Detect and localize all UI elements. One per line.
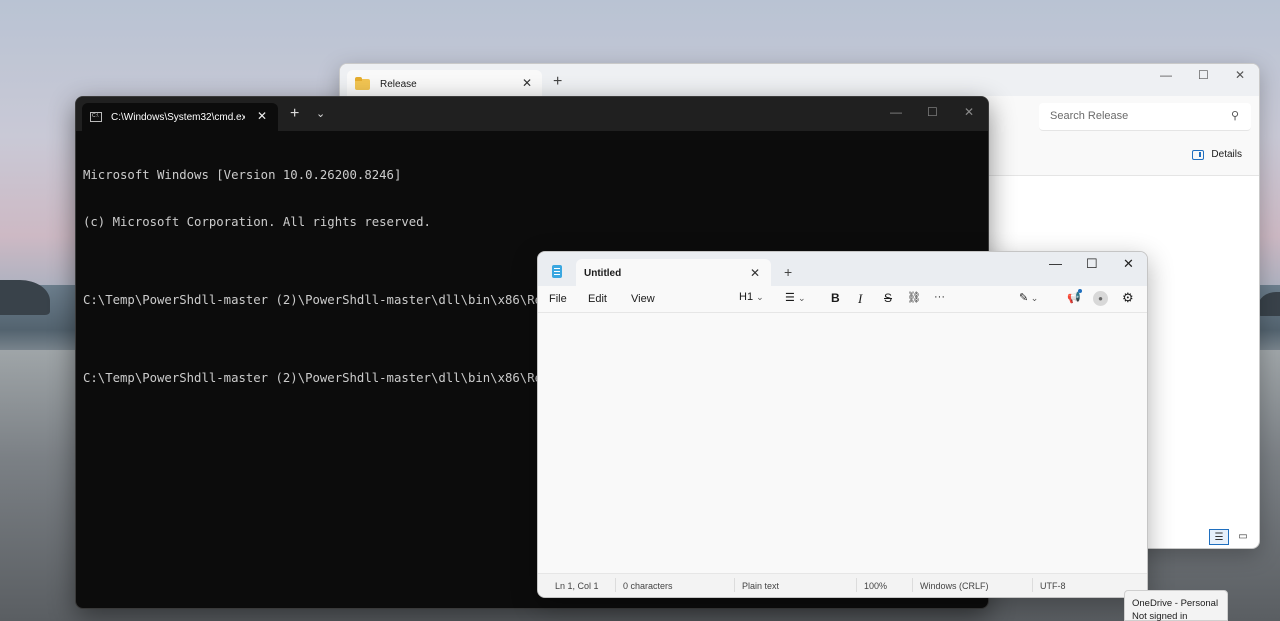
status-zoom[interactable]: 100% (864, 581, 887, 591)
new-tab-button[interactable]: + (784, 264, 792, 280)
strikethrough-button[interactable]: S (884, 291, 892, 305)
notepad-app-icon (552, 265, 562, 278)
status-divider (1032, 578, 1033, 592)
notepad-tab-title: Untitled (584, 268, 622, 279)
details-label: Details (1211, 149, 1242, 160)
onedrive-status: Not signed in (1132, 611, 1188, 621)
minimize-button[interactable]: — (1160, 68, 1172, 82)
terminal-line: (c) Microsoft Corporation. All rights re… (83, 214, 431, 229)
magnifier-icon: ⚲ (1230, 110, 1239, 122)
status-divider (856, 578, 857, 592)
status-divider (615, 578, 616, 592)
terminal-line: Microsoft Windows [Version 10.0.26200.82… (83, 168, 402, 183)
terminal-tab-cmd[interactable]: C:\ C:\Windows\System32\cmd.exe ✕ (82, 103, 278, 131)
bold-button[interactable]: B (831, 291, 840, 305)
chevron-down-icon: ⌄ (756, 292, 764, 302)
tiles-view-icon[interactable]: ▭ (1233, 529, 1253, 545)
new-tab-button[interactable]: + (290, 105, 299, 123)
list-icon: ☰ (785, 292, 795, 304)
minimize-button[interactable]: — (890, 105, 902, 119)
copilot-rewrite-icon[interactable]: ✎ ⌄ (1019, 291, 1038, 304)
onedrive-title: OneDrive - Personal (1132, 598, 1219, 609)
new-tab-button[interactable]: + (553, 73, 562, 91)
status-line-endings[interactable]: Windows (CRLF) (920, 581, 989, 591)
notepad-tab-untitled[interactable]: Untitled ✕ (576, 259, 771, 286)
settings-gear-icon[interactable]: ⚙ (1122, 290, 1134, 306)
notepad-menubar: File Edit View H1 ⌄ ☰ ⌄ B I S ⛓ ··· ✎ ⌄ … (538, 286, 1147, 313)
link-icon[interactable]: ⛓ (907, 291, 921, 304)
menu-view[interactable]: View (631, 293, 655, 305)
heading-dropdown[interactable]: H1 ⌄ (739, 291, 764, 303)
explorer-tab-release[interactable]: Release ✕ (347, 70, 542, 98)
notification-dot (1078, 289, 1082, 293)
status-cursor-position: Ln 1, Col 1 (555, 581, 599, 591)
notepad-status-bar: Ln 1, Col 1 0 characters Plain text 100%… (538, 573, 1147, 597)
minimize-button[interactable]: — (1049, 256, 1062, 271)
more-options-button[interactable]: ··· (934, 291, 945, 303)
tab-close-icon[interactable]: ✕ (750, 266, 760, 280)
chevron-down-icon: ⌄ (797, 293, 806, 303)
cmd-icon: C:\ (90, 112, 102, 122)
heading-label: H1 (739, 291, 754, 303)
tab-close-icon[interactable]: ✕ (257, 109, 267, 123)
maximize-button[interactable]: ☐ (927, 105, 938, 119)
close-button[interactable]: ✕ (1235, 68, 1245, 82)
details-view-icon[interactable]: ☰ (1209, 529, 1229, 545)
close-button[interactable]: ✕ (1123, 256, 1134, 272)
terminal-tab-title: C:\Windows\System32\cmd.exe (111, 111, 245, 123)
search-input[interactable]: Search Release ⚲ (1039, 103, 1251, 131)
status-format[interactable]: Plain text (742, 581, 779, 591)
view-toggles: ☰ ▭ (1209, 529, 1253, 545)
maximize-button[interactable]: ☐ (1086, 256, 1098, 272)
status-divider (734, 578, 735, 592)
notepad-text-area[interactable] (538, 313, 1147, 574)
menu-file[interactable]: File (549, 293, 567, 305)
maximize-button[interactable]: ☐ (1198, 68, 1209, 82)
close-button[interactable]: ✕ (964, 105, 974, 119)
details-pane-button[interactable]: Details (1192, 149, 1242, 160)
chevron-down-icon: ⌄ (1028, 293, 1039, 303)
status-encoding[interactable]: UTF-8 (1040, 581, 1066, 591)
account-avatar[interactable]: ● (1093, 291, 1108, 306)
tab-close-icon[interactable]: ✕ (522, 76, 532, 90)
status-divider (912, 578, 913, 592)
italic-button[interactable]: I (858, 291, 862, 307)
folder-icon (355, 76, 370, 90)
notepad-window[interactable]: Untitled ✕ + — ☐ ✕ File Edit View H1 ⌄ ☰… (537, 251, 1148, 598)
explorer-tab-title: Release (380, 78, 417, 90)
chevron-down-icon[interactable]: ⌄ (316, 107, 325, 120)
status-character-count: 0 characters (623, 581, 673, 591)
details-pane-icon (1192, 149, 1205, 160)
search-placeholder: Search Release (1050, 110, 1129, 122)
onedrive-tooltip: OneDrive - Personal Not signed in (1124, 590, 1228, 621)
list-dropdown[interactable]: ☰ ⌄ (785, 291, 805, 304)
menu-edit[interactable]: Edit (588, 293, 607, 305)
